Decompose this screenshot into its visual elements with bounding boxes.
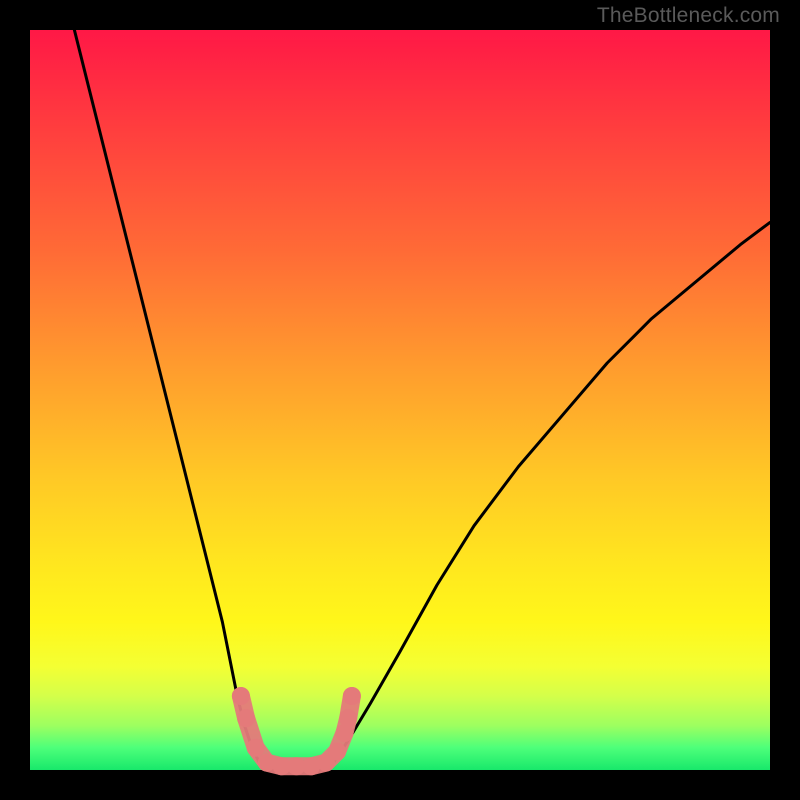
bottleneck-curve <box>74 30 770 770</box>
valley-marker-dot <box>343 687 361 705</box>
watermark-text: TheBottleneck.com <box>597 4 780 28</box>
marker-group <box>232 687 361 775</box>
valley-marker-dot <box>237 709 255 727</box>
chart-svg <box>30 30 770 770</box>
plot-area <box>30 30 770 770</box>
valley-marker-dot <box>232 687 250 705</box>
valley-marker-dot <box>339 709 357 727</box>
outer-frame: TheBottleneck.com <box>0 0 800 800</box>
valley-marker-dot <box>247 739 265 757</box>
valley-marker-dot <box>328 743 346 761</box>
curve-group <box>74 30 770 770</box>
